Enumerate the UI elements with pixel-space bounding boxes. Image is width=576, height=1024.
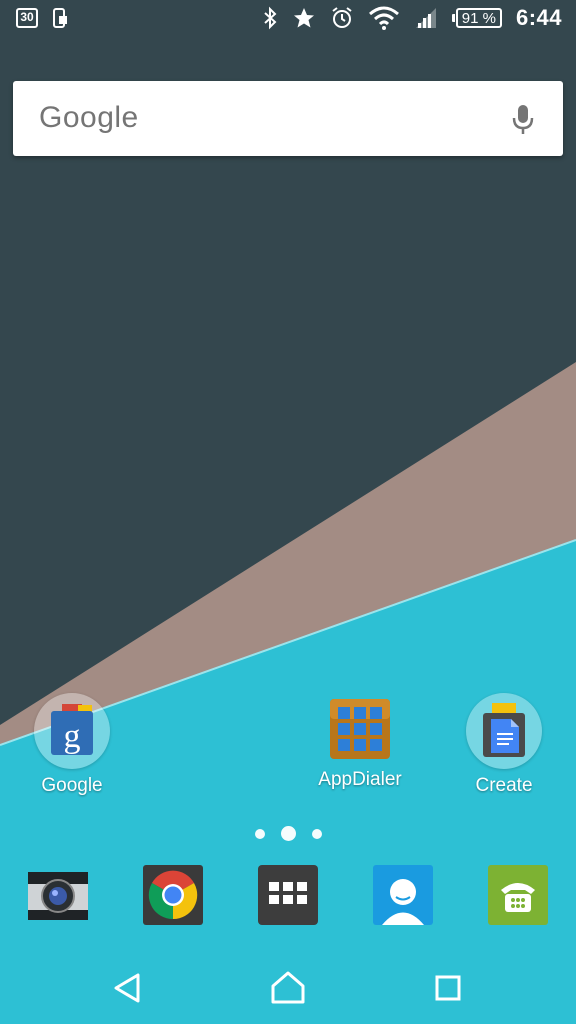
- clock: 6:44: [515, 5, 562, 30]
- app-label-appdialer: AppDialer: [318, 769, 402, 790]
- back-icon[interactable]: [108, 968, 148, 1008]
- page-dot-active[interactable]: [280, 826, 296, 841]
- star-icon: [293, 8, 314, 28]
- app-drawer-icon[interactable]: [257, 864, 319, 926]
- app-google-folder[interactable]: g Google: [7, 693, 137, 797]
- app-appdialer[interactable]: AppDialer: [295, 697, 425, 791]
- battery-icon: 91 %: [451, 8, 502, 28]
- navigation-bar: [0, 950, 576, 1024]
- app-label-google: Google: [41, 775, 103, 796]
- battery-percent: 91 %: [455, 8, 502, 28]
- page-dot[interactable]: [311, 828, 322, 839]
- mic-icon[interactable]: [511, 103, 535, 137]
- page-indicator: [0, 826, 576, 841]
- camera-icon[interactable]: [27, 864, 89, 926]
- chrome-icon[interactable]: [142, 864, 204, 926]
- svg-text:g: g: [64, 718, 81, 755]
- google-logo: Google: [39, 101, 139, 134]
- wifi-icon: [368, 6, 399, 30]
- signal-icon: [415, 8, 436, 28]
- calendar-day: 30: [20, 10, 34, 24]
- bluetooth-icon: [264, 6, 277, 30]
- phone-icon: [53, 8, 67, 28]
- home-icon[interactable]: [268, 968, 308, 1008]
- phone-dialer-icon[interactable]: [487, 864, 549, 926]
- status-bar: 30 91 % 6:44: [0, 0, 576, 40]
- create-folder-icon: [466, 693, 542, 769]
- page-dot[interactable]: [254, 828, 265, 839]
- contacts-icon[interactable]: [372, 864, 434, 926]
- app-label-create: Create: [475, 775, 533, 796]
- google-folder-icon: g: [34, 693, 110, 769]
- appdialer-icon: [330, 699, 390, 759]
- google-search-bar[interactable]: Google: [13, 81, 563, 156]
- alarm-icon: [332, 7, 352, 28]
- recents-icon[interactable]: [428, 968, 468, 1008]
- calendar-icon: 30: [16, 8, 38, 28]
- app-create-folder[interactable]: Create: [439, 693, 569, 797]
